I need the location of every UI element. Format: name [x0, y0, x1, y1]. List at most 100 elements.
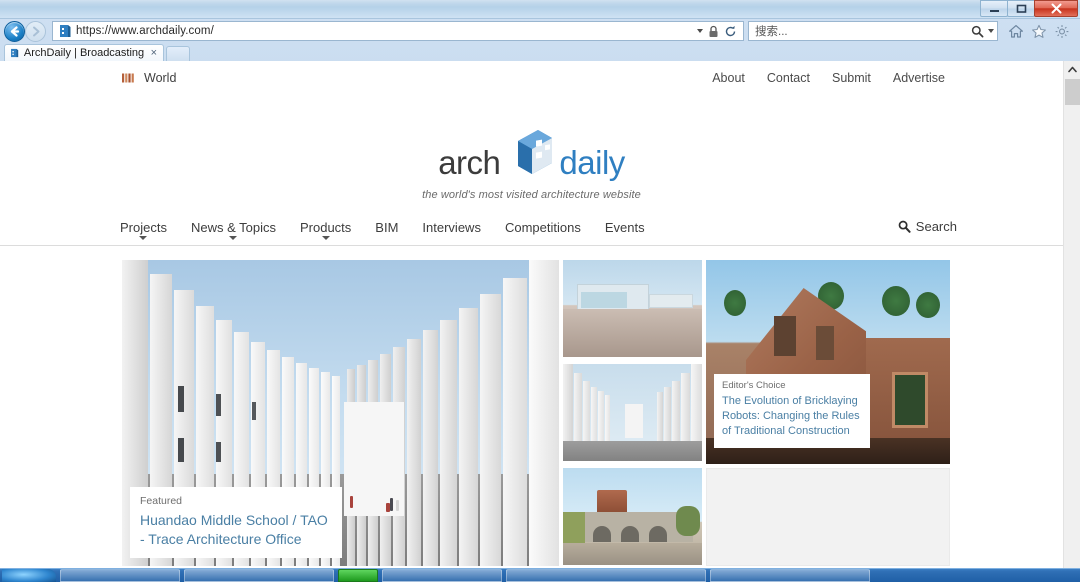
vegetation — [563, 512, 585, 544]
link-contact[interactable]: Contact — [767, 71, 810, 85]
address-bar[interactable]: https://www.archdaily.com/ — [52, 21, 744, 41]
taskbar-item[interactable] — [338, 569, 378, 582]
tools-gear-icon[interactable] — [1054, 24, 1070, 39]
refresh-icon[interactable] — [724, 25, 737, 38]
person-figure — [386, 503, 390, 512]
lock-icon[interactable] — [708, 25, 719, 38]
link-about[interactable]: About — [712, 71, 745, 85]
nav-item-bim[interactable]: BIM — [375, 220, 398, 235]
tab-close-icon[interactable]: × — [149, 47, 159, 59]
editors-choice-title[interactable]: The Evolution of Bricklaying Robots: Cha… — [722, 394, 862, 440]
editors-choice-kicker: Editor's Choice — [722, 380, 786, 391]
logo-row: arch daily — [438, 127, 625, 183]
logo-word-daily: daily — [559, 144, 625, 181]
arch — [593, 526, 611, 542]
wall-fin — [480, 294, 501, 566]
minimize-button[interactable] — [980, 0, 1008, 17]
forward-button[interactable] — [25, 20, 46, 42]
editors-choice-card[interactable]: Editor's Choice The Evolution of Brickla… — [706, 260, 950, 464]
browser-window: https://www.archdaily.com/ 搜索... ArchDai… — [0, 0, 1080, 582]
browser-tab[interactable]: ArchDaily | Broadcasting ... × — [4, 44, 164, 61]
featured-kicker: Featured — [140, 495, 183, 508]
main-navigation: Projects News & Topics Products BIM Inte… — [0, 216, 1063, 246]
back-button[interactable] — [4, 20, 25, 42]
palm-tree — [882, 286, 910, 316]
nav-item-projects[interactable]: Projects — [120, 220, 167, 240]
windows-taskbar[interactable] — [0, 568, 1080, 582]
maximize-button[interactable] — [1007, 0, 1035, 17]
flag-icon — [122, 73, 134, 83]
favorites-star-icon[interactable] — [1031, 24, 1047, 39]
search-icon — [898, 220, 911, 233]
wall-fin — [407, 339, 421, 566]
archdaily-page: World About Contact Submit Advertise arc… — [0, 61, 1063, 582]
scrollbar-thumb[interactable] — [1065, 79, 1080, 105]
taskbar-item[interactable] — [382, 569, 502, 582]
site-search-button[interactable]: Search — [898, 219, 957, 234]
featured-card[interactable]: Featured Huandao Middle School / TAO - T… — [122, 260, 559, 566]
logo-word-arch: arch — [438, 144, 501, 181]
address-history-caret-icon[interactable] — [697, 29, 703, 33]
link-advertise[interactable]: Advertise — [893, 71, 945, 85]
close-button[interactable] — [1034, 0, 1078, 17]
page-viewport: World About Contact Submit Advertise arc… — [0, 61, 1080, 582]
nav-label-competitions: Competitions — [504, 220, 581, 235]
search-placeholder: 搜索... — [755, 26, 788, 38]
right-column: Editor's Choice The Evolution of Brickla… — [706, 260, 950, 566]
search-box[interactable]: 搜索... — [748, 21, 998, 41]
chevron-down-icon — [321, 236, 330, 240]
corridor-end-wall — [625, 404, 643, 438]
building-cube-icon — [518, 130, 553, 174]
hero-grid: Featured Huandao Middle School / TAO - T… — [122, 260, 950, 566]
taskbar-item[interactable] — [184, 569, 334, 582]
nav-item-news-topics[interactable]: News & Topics — [190, 220, 276, 240]
window-controls — [980, 0, 1078, 19]
corridor-end-wall — [344, 402, 404, 516]
nav-label-news-topics: News & Topics — [190, 220, 276, 235]
home-icon[interactable] — [1008, 24, 1024, 39]
chevron-down-icon — [139, 236, 148, 240]
thumbnail-item[interactable] — [563, 468, 702, 565]
forward-arrow-icon — [33, 26, 40, 36]
nav-label-products: Products — [299, 220, 352, 235]
thumbnail-item[interactable] — [563, 364, 702, 461]
start-button[interactable] — [2, 569, 56, 582]
main-nav-items: Projects News & Topics Products BIM Inte… — [120, 220, 645, 240]
search-icon[interactable] — [971, 25, 984, 38]
taskbar-item[interactable] — [506, 569, 706, 582]
window-opening — [892, 372, 928, 428]
nav-item-products[interactable]: Products — [299, 220, 352, 240]
page-scrollbar[interactable] — [1063, 61, 1080, 582]
url-text: https://www.archdaily.com/ — [76, 25, 214, 37]
featured-caption[interactable]: Featured Huandao Middle School / TAO - T… — [130, 487, 342, 558]
region-selector[interactable]: World — [122, 71, 176, 85]
nav-item-events[interactable]: Events — [605, 220, 645, 235]
link-submit[interactable]: Submit — [832, 71, 871, 85]
palm-tree — [724, 290, 746, 316]
plaza-ground — [563, 441, 702, 461]
nav-item-competitions[interactable]: Competitions — [505, 220, 581, 235]
thumbnail-column — [563, 260, 702, 566]
rocky-ground — [563, 309, 702, 357]
thumbnail-item[interactable] — [563, 260, 702, 357]
utility-links: About Contact Submit Advertise — [712, 71, 945, 85]
scroll-up-button[interactable] — [1064, 61, 1080, 78]
site-logo-block[interactable]: arch daily the world's most visited arch… — [0, 127, 1063, 201]
ad-placeholder[interactable] — [706, 468, 950, 566]
browser-tool-icons — [998, 24, 1076, 39]
nav-item-interviews[interactable]: Interviews — [422, 220, 481, 235]
taskbar-item[interactable] — [60, 569, 180, 582]
new-tab-button[interactable] — [166, 46, 190, 61]
address-bar-icons — [697, 25, 741, 38]
tree — [676, 506, 700, 536]
featured-title[interactable]: Huandao Middle School / TAO - Trace Arch… — [140, 511, 332, 548]
archdaily-favicon — [60, 25, 71, 37]
window-slot — [216, 394, 221, 416]
editors-choice-caption[interactable]: Editor's Choice The Evolution of Brickla… — [714, 374, 870, 448]
scroll-up-arrow-icon — [1068, 66, 1077, 73]
taskbar-item[interactable] — [710, 569, 870, 582]
person-figure — [350, 496, 353, 508]
search-provider-caret-icon[interactable] — [988, 29, 994, 33]
site-utility-bar: World About Contact Submit Advertise — [0, 61, 1063, 101]
window-slot — [252, 402, 256, 420]
